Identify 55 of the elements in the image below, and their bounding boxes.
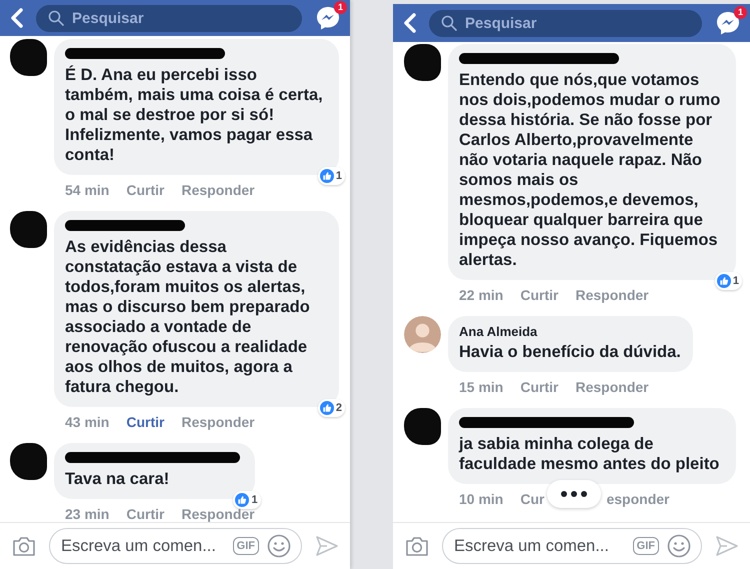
comment-text: Havia o benefício da dúvida.	[459, 342, 681, 362]
gif-button[interactable]: GIF	[632, 537, 659, 555]
search-field[interactable]: Pesquisar	[429, 10, 702, 36]
reaction-count: 1	[318, 167, 345, 185]
more-button[interactable]	[547, 480, 602, 508]
camera-icon[interactable]	[405, 535, 429, 557]
like-link[interactable]: Cur	[520, 491, 544, 507]
like-link[interactable]: Curtir	[520, 379, 558, 395]
like-link[interactable]: Curtir	[520, 287, 558, 303]
comment-text: ja sabia minha colega de faculdade mesmo antes do pleito	[459, 434, 720, 474]
comment-text: As evidências dessa constatação estava a vista de todos,foram muitos os alertas, mas o discurso bem preparado associado a vontade de renovação ofuscou a realidade aos olhos de muitos, agora a fatura chegou.	[65, 237, 311, 397]
like-icon	[318, 168, 335, 184]
comment-text: Tava na cara!	[65, 469, 170, 489]
reply-link[interactable]: Responder	[575, 287, 649, 303]
timestamp: 15 min	[459, 379, 504, 395]
search-icon	[48, 10, 64, 26]
timestamp: 54 min	[65, 182, 110, 198]
back-icon[interactable]	[10, 8, 24, 28]
back-icon[interactable]	[403, 13, 417, 33]
timestamp: 23 min	[65, 506, 110, 522]
send-icon[interactable]	[315, 535, 339, 557]
like-link[interactable]: Curtir	[126, 182, 164, 198]
search-icon	[441, 15, 457, 31]
emoji-icon[interactable]	[267, 534, 291, 558]
like-link[interactable]: Curtir	[126, 414, 164, 430]
notification-badge: 1	[334, 1, 347, 14]
comment-text: Entendo que nós,que votamos nos dois,podemos mudar o rumo dessa história. Se não fosse por Carlos Alberto,provavelmente não votaria naquele rapaz. Não somos mais os mesmos,podemos,e devemos, bloquear qualquer barreira que impeça nosso avanço. Fiquemos alertas.	[459, 70, 722, 270]
reply-link[interactable]: Responder	[181, 506, 255, 522]
reply-link[interactable]: esponder	[606, 491, 670, 507]
comment-text: É D. Ana eu percebi isso também, mais uma coisa é certa, o mal se destroe por si só! Infelizmente, vamos pagar essa conta!	[65, 65, 324, 165]
reaction-count: 1	[714, 272, 742, 290]
reply-link[interactable]: Responder	[575, 379, 649, 395]
author-name[interactable]: Ana Almeida	[459, 324, 681, 339]
timestamp: 10 min	[459, 491, 504, 507]
emoji-icon[interactable]	[667, 534, 691, 558]
reaction-count: 1	[233, 491, 261, 509]
camera-icon[interactable]	[12, 535, 36, 557]
like-icon	[716, 273, 732, 289]
reaction-count: 2	[318, 399, 345, 417]
like-link[interactable]: Curtir	[126, 506, 164, 522]
messenger-icon[interactable]	[315, 5, 341, 31]
like-icon	[234, 492, 250, 508]
reply-link[interactable]: Responder	[181, 182, 255, 198]
like-icon	[318, 400, 335, 416]
comment-input[interactable]: Escreva um comen... GIF	[49, 528, 302, 564]
comment-input[interactable]: Escreva um comen... GIF	[442, 528, 702, 564]
gif-button[interactable]: GIF	[232, 537, 259, 555]
send-icon[interactable]	[715, 535, 739, 557]
timestamp: 22 min	[459, 287, 504, 303]
search-field[interactable]: Pesquisar	[36, 4, 302, 32]
messenger-icon[interactable]	[715, 10, 741, 36]
timestamp: 43 min	[65, 414, 110, 430]
more-icon	[561, 491, 588, 497]
notification-badge: 1	[734, 6, 747, 19]
reply-link[interactable]: Responder	[181, 414, 255, 430]
